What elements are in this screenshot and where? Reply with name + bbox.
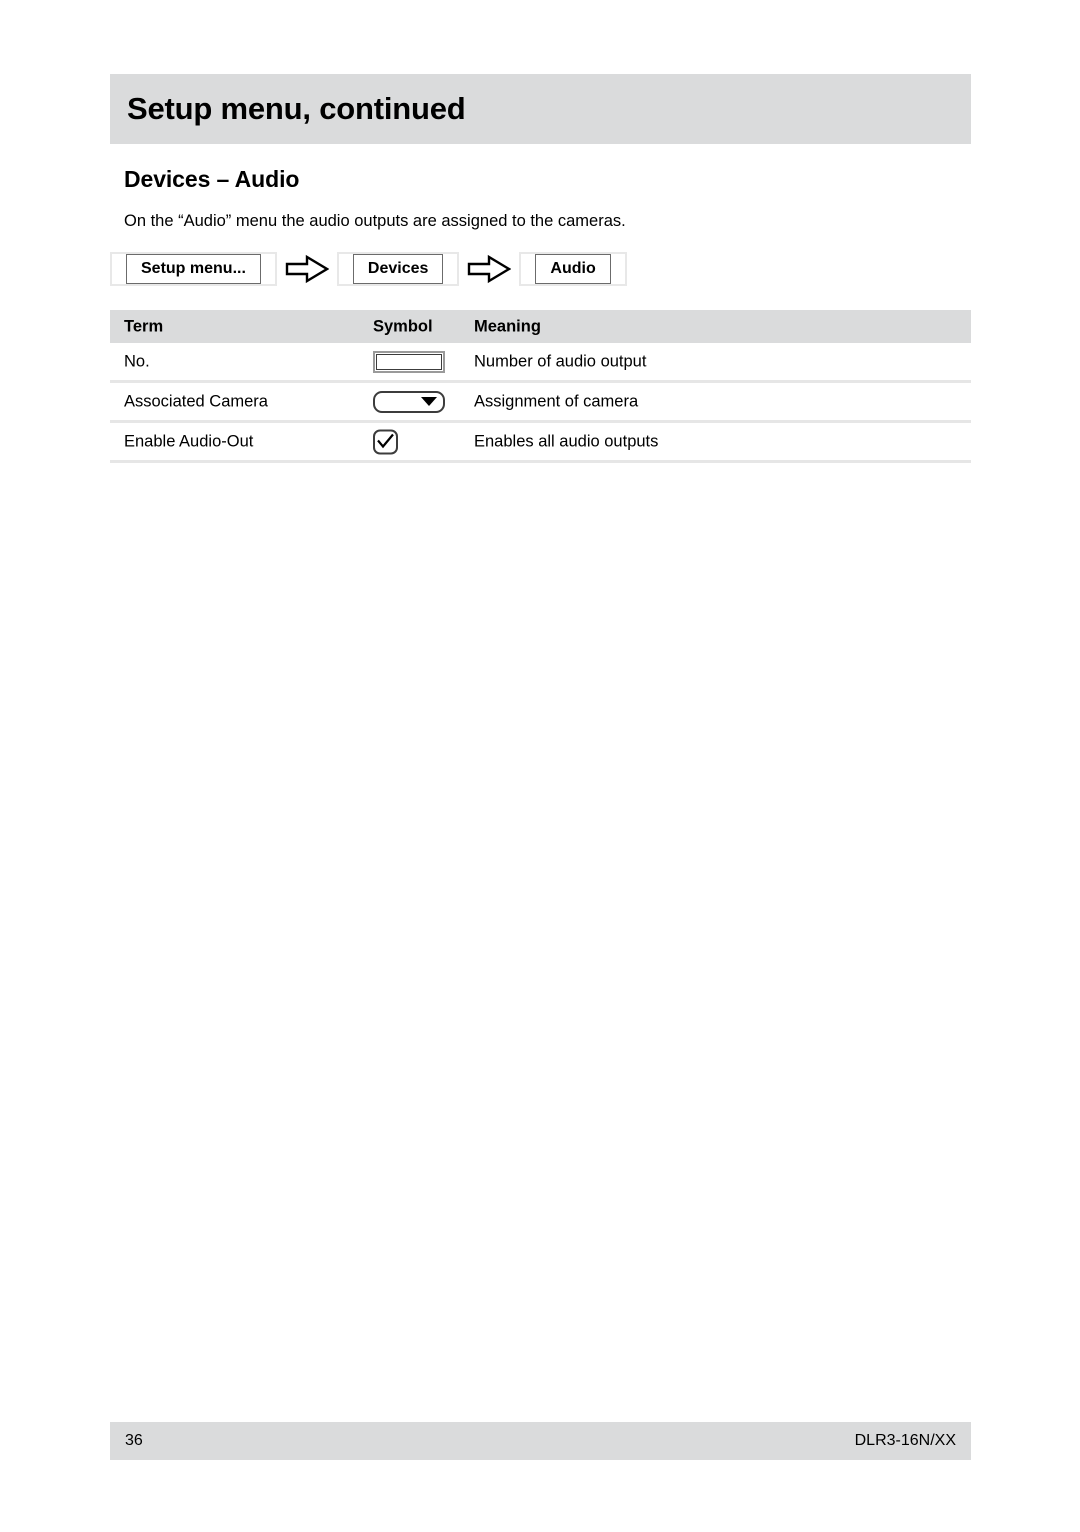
breadcrumb-item-label: Setup menu... [141,260,246,277]
row-term: Associated Camera [124,392,268,410]
dropdown-icon [373,390,445,413]
breadcrumb-item-border: Audio [535,254,611,284]
row-symbol [373,429,398,454]
table-header-meaning: Meaning [474,317,541,335]
breadcrumb-item-devices[interactable]: Devices [336,252,460,286]
checkbox-checked-icon [373,429,398,454]
chevron-down-icon [421,397,437,406]
row-symbol [373,350,445,373]
table-row: No. Number of audio output [110,343,971,383]
footer-band: 36 DLR3-16N/XX [110,1422,971,1460]
settings-table: Term Symbol Meaning No. Number of audio … [110,310,971,463]
breadcrumb-item-border: Setup menu... [126,254,261,284]
table-row: Associated Camera Assignment of camera [110,383,971,423]
textbox-icon [373,350,445,373]
document-page: Setup menu, continued Devices – Audio On… [0,0,1080,1532]
row-meaning: Number of audio output [474,352,647,370]
section-intro-text: On the “Audio” menu the audio outputs ar… [124,212,626,230]
model-identifier: DLR3-16N/XX [854,1432,956,1449]
running-head-band: Setup menu, continued [110,74,971,144]
breadcrumb: Setup menu... Devices Audio [110,251,627,287]
row-meaning: Enables all audio outputs [474,432,659,450]
row-meaning: Assignment of camera [474,392,639,410]
breadcrumb-item-label: Devices [367,260,429,277]
breadcrumb-item-border: Devices [352,254,444,284]
right-block-arrow-icon [468,254,512,284]
page-title: Setup menu, continued [127,91,466,126]
breadcrumb-separator-2 [459,254,519,284]
page-number: 36 [125,1432,143,1449]
breadcrumb-separator-1 [277,254,337,284]
right-block-arrow-icon [285,254,329,284]
table-header-symbol: Symbol [373,317,433,335]
breadcrumb-item-audio[interactable]: Audio [519,252,627,286]
table-header-term: Term [124,317,164,335]
row-term: Enable Audio-Out [124,432,254,450]
row-term: No. [124,352,150,370]
table-row: Enable Audio-Out Enables all audio outpu… [110,423,971,463]
table-header-row: Term Symbol Meaning [110,310,971,343]
breadcrumb-item-label: Audio [550,260,596,277]
row-symbol [373,390,445,413]
check-mark-icon [377,433,394,448]
section-heading: Devices – Audio [124,166,300,192]
breadcrumb-item-setup-menu[interactable]: Setup menu... [110,252,277,286]
